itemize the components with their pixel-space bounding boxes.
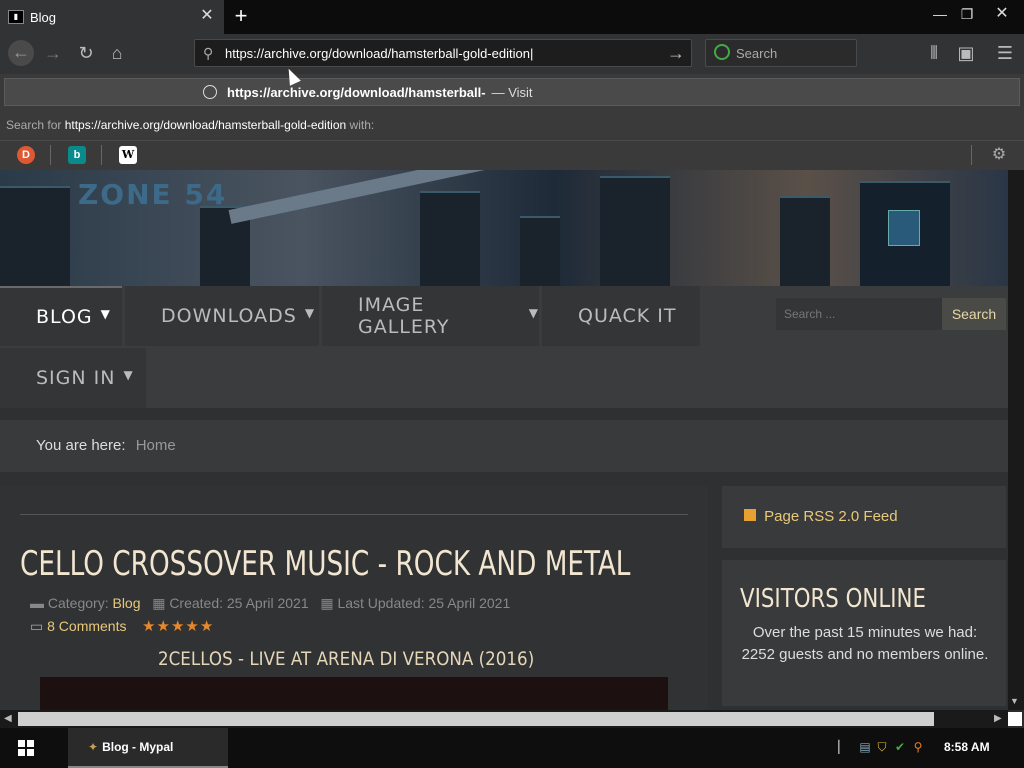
close-window-icon[interactable]: ✕ — [990, 4, 1014, 24]
created-date: Created: 25 April 2021 — [169, 595, 309, 611]
search-for-query: https://archive.org/download/hamsterball… — [64, 118, 347, 132]
menu-item-image-gallery[interactable]: IMAGE GALLERY ▼ — [322, 286, 539, 346]
suggestion-action: — Visit — [491, 84, 533, 100]
scroll-down-arrow-icon[interactable]: ▼ — [1010, 696, 1019, 706]
new-tab-button[interactable]: + — [230, 4, 252, 28]
divider — [971, 145, 972, 165]
taskbar-app-label: Blog - Mypal — [102, 740, 174, 754]
home-button[interactable]: ⌂ — [105, 41, 129, 65]
mypal-icon: ✦ — [88, 740, 99, 754]
tray-chevron-icon[interactable]: ▏ — [836, 740, 850, 754]
divider — [101, 145, 102, 165]
menu-item-downloads[interactable]: DOWNLOADS ▼ — [125, 286, 319, 346]
restore-icon[interactable]: ❐ — [955, 4, 979, 24]
suggestion-url: https://archive.org/download/hamsterball… — [227, 84, 486, 100]
category-label: Category: — [47, 595, 109, 611]
comments-link[interactable]: 8 Comments — [47, 618, 126, 634]
folder-icon: ▬ — [30, 595, 44, 611]
menu-label: QUACK IT — [578, 305, 677, 327]
browser-tab[interactable]: ▮ Blog ✕ — [0, 0, 224, 34]
divider — [20, 514, 688, 515]
forward-button[interactable]: → — [41, 41, 65, 65]
search-for-suffix: with: — [349, 118, 375, 132]
go-arrow-icon[interactable]: → — [667, 43, 685, 64]
site-search-input[interactable]: Search ... — [776, 298, 942, 330]
article-meta-comments: ▭ 8 Comments ★★★★★ — [30, 617, 214, 635]
close-tab-icon[interactable]: ✕ — [198, 7, 216, 25]
settings-gear-icon[interactable]: ⚙ — [990, 146, 1008, 164]
divider — [50, 145, 51, 165]
updated-date: Last Updated: 25 April 2021 — [337, 595, 511, 611]
horizontal-scroll-thumb[interactable] — [18, 712, 934, 726]
visitors-title: VISITORS ONLINE — [740, 584, 926, 614]
sidebar-icon[interactable]: ▣ — [954, 41, 978, 65]
duckduckgo-icon[interactable]: D — [17, 146, 35, 164]
caret-down-icon: ▼ — [304, 306, 316, 320]
visitors-text: Over the past 15 minutes we had: 2252 gu… — [741, 624, 989, 663]
menu-label: IMAGE GALLERY — [358, 294, 450, 338]
breadcrumb: You are here: Home — [0, 420, 1008, 472]
shield-icon[interactable]: ⛉ — [875, 740, 889, 754]
article-meta: ▬ Category: Blog ▦ Created: 25 April 202… — [30, 595, 510, 612]
search-bar-placeholder: Search — [736, 45, 778, 61]
search-engine-icon — [714, 44, 730, 60]
url-bar[interactable]: ⚲ https://archive.org/download/hamsterba… — [194, 39, 692, 67]
menu-item-blog[interactable]: BLOG ▼ — [0, 286, 122, 346]
menu-label: BLOG — [36, 306, 93, 328]
scroll-right-arrow-icon[interactable]: ▶ — [994, 713, 1002, 724]
menu-item-sign-in[interactable]: SIGN IN ▼ — [0, 348, 146, 408]
search-engines-row — [0, 140, 1024, 170]
article-title[interactable]: CELLO CROSSOVER MUSIC - ROCK AND METAL — [20, 544, 630, 584]
category-link[interactable]: Blog — [112, 595, 140, 611]
rss-panel: Page RSS 2.0 Feed — [722, 486, 1006, 548]
search-icon: ⚲ — [203, 45, 214, 61]
article-subtitle: 2CELLOS - LIVE AT ARENA DI VERONA (2016) — [158, 648, 535, 670]
tab-title: Blog — [30, 9, 57, 25]
search-for-label: Search for https://archive.org/download/… — [6, 118, 374, 132]
library-icon[interactable]: ⫴ — [922, 41, 946, 65]
scroll-left-arrow-icon[interactable]: ◀ — [4, 713, 12, 724]
url-suggestion[interactable]: https://archive.org/download/hamsterball… — [4, 78, 1020, 106]
site-logo[interactable]: ZONE 54 — [78, 178, 227, 211]
calendar-icon: ▦ — [152, 595, 166, 611]
wikipedia-icon[interactable]: W — [119, 146, 137, 164]
url-text: https://archive.org/download/hamsterball… — [225, 45, 530, 61]
search-for-prefix: Search for — [6, 118, 62, 132]
taskbar-app-mypal[interactable]: ✦ Blog - Mypal — [68, 728, 228, 768]
rss-icon — [744, 509, 756, 521]
clock: 8:58 AM — [944, 740, 990, 754]
menu-icon[interactable]: ☰ — [993, 41, 1017, 65]
site-search-button[interactable]: Search — [942, 298, 1006, 330]
windows-start-icon[interactable] — [18, 740, 34, 756]
comment-icon: ▭ — [30, 618, 44, 634]
site-search-placeholder: Search ... — [784, 307, 836, 321]
network-icon[interactable]: ▤ — [858, 740, 872, 754]
visitors-panel: VISITORS ONLINE Over the past 15 minutes… — [722, 560, 1006, 706]
scroll-corner — [1008, 712, 1022, 726]
minimize-icon[interactable]: — — [928, 4, 952, 24]
site-banner: ZONE 54 — [0, 170, 1008, 286]
breadcrumb-label: You are here: — [36, 437, 126, 454]
security-tray-icon[interactable]: ✔ — [893, 740, 907, 754]
caret-down-icon: ▼ — [100, 307, 111, 321]
bing-icon[interactable]: b — [68, 146, 86, 164]
globe-icon — [203, 85, 217, 99]
video-embed[interactable] — [40, 677, 668, 710]
menu-label: SIGN IN — [36, 367, 116, 389]
tab-favicon-icon: ▮ — [8, 10, 24, 24]
rss-link[interactable]: Page RSS 2.0 Feed — [764, 508, 897, 525]
caret-down-icon: ▼ — [123, 368, 134, 382]
menu-item-quack-it[interactable]: QUACK IT — [542, 286, 700, 346]
rating-stars[interactable]: ★★★★★ — [142, 618, 214, 635]
search-bar[interactable]: Search — [705, 39, 857, 67]
back-button[interactable]: ← — [8, 40, 34, 66]
calendar-icon: ▦ — [320, 595, 334, 611]
menu-label: DOWNLOADS — [161, 305, 297, 327]
breadcrumb-home-link[interactable]: Home — [136, 437, 176, 454]
search-tray-icon[interactable]: ⚲ — [911, 740, 925, 754]
vertical-scrollbar[interactable] — [1008, 170, 1024, 710]
reload-button[interactable]: ↻ — [74, 41, 98, 65]
caret-down-icon: ▼ — [528, 306, 539, 320]
